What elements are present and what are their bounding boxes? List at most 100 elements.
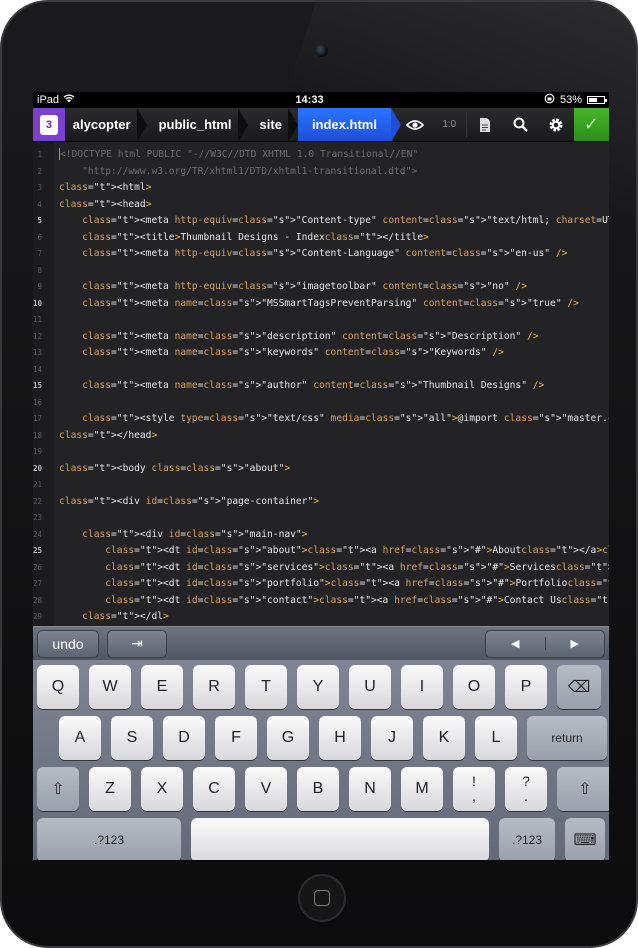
code-line[interactable]: class="t"><div id=class="s">"main-nav"> <box>59 527 609 544</box>
key-question-period[interactable]: ?. <box>505 767 547 811</box>
code-line[interactable]: class="t"><dt id=class="s">"contact">cla… <box>59 593 609 610</box>
shift-key-left[interactable]: ⇧ <box>37 767 79 811</box>
code-line[interactable]: class="t"><meta name=class="s">"author" … <box>59 378 609 395</box>
line-number: 1 <box>37 150 43 159</box>
gear-icon <box>549 118 563 131</box>
key-l[interactable]: L <box>475 716 517 760</box>
code-line[interactable]: class="t"><dt id=class="s">"about">class… <box>59 543 609 560</box>
key-b[interactable]: B <box>297 767 339 811</box>
breadcrumb-item-public-html[interactable]: public_html <box>145 108 248 142</box>
code-line[interactable] <box>59 477 609 494</box>
code-line[interactable]: class="t"><body class=class="s">"about"> <box>59 461 609 478</box>
key-j[interactable]: J <box>371 716 413 760</box>
key-v[interactable]: V <box>245 767 287 811</box>
numbers-key[interactable]: .?123 <box>37 818 181 860</box>
dismiss-keyboard-key[interactable]: ⌨ <box>565 818 605 860</box>
eye-icon <box>405 119 424 130</box>
code-line[interactable]: class="t"><dt id=class="s">"portfolio">c… <box>59 576 609 593</box>
battery-icon <box>586 96 607 104</box>
breadcrumb-item-active-file[interactable]: index.html <box>297 108 401 142</box>
code-line[interactable] <box>59 263 609 280</box>
cursor-right-button[interactable]: ▶ <box>544 637 605 650</box>
rotation-lock-icon <box>544 93 555 107</box>
code-line[interactable] <box>59 444 609 461</box>
backspace-key[interactable]: ⌫ <box>557 665 601 709</box>
undo-button[interactable]: undo <box>37 629 99 658</box>
key-f[interactable]: F <box>215 716 257 760</box>
code-line[interactable]: class="t"><meta http-equiv=class="s">"im… <box>59 279 609 296</box>
home-button[interactable] <box>298 874 346 922</box>
save-button[interactable]: ✓ <box>573 108 609 141</box>
code-line[interactable]: class="t"><div id=class="s">"page-contai… <box>59 494 609 511</box>
code-line[interactable]: class="t"></dl> <box>59 609 609 626</box>
code-line[interactable] <box>59 362 609 379</box>
home-square-icon <box>314 890 330 906</box>
key-h[interactable]: H <box>319 716 361 760</box>
key-w[interactable]: W <box>89 665 131 709</box>
key-y[interactable]: Y <box>297 665 339 709</box>
code-line[interactable]: class="t"><style type=class="s">"text/cs… <box>59 411 609 428</box>
settings-button[interactable] <box>538 108 574 141</box>
code-line[interactable]: class="t"><meta http-equiv=class="s">"Co… <box>59 246 609 263</box>
search-button[interactable] <box>503 108 539 141</box>
code-area[interactable]: <!DOCTYPE html PUBLIC "-//W3C//DTD XHTML… <box>54 142 609 626</box>
key-x[interactable]: X <box>141 767 183 811</box>
code-line[interactable]: class="t"><title>Thumbnail Designs - Ind… <box>59 230 609 247</box>
key-e[interactable]: E <box>141 665 183 709</box>
code-line[interactable]: class="t"><meta http-equiv=class="s">"Co… <box>59 213 609 230</box>
project-badge-button[interactable]: 3 <box>33 108 65 141</box>
code-line[interactable] <box>59 395 609 412</box>
key-a[interactable]: A <box>59 716 101 760</box>
breadcrumb-item-site[interactable]: site <box>246 108 299 142</box>
key-m[interactable]: M <box>401 767 443 811</box>
key-s[interactable]: S <box>111 716 153 760</box>
breadcrumb-item-project[interactable]: alycopter <box>65 108 147 142</box>
line-number: 6 <box>37 232 43 242</box>
tab-key-button[interactable]: ⇥ <box>107 629 167 658</box>
code-line[interactable]: class="t"><dt id=class="s">"services">cl… <box>59 560 609 577</box>
key-q[interactable]: Q <box>37 665 79 709</box>
key-i[interactable]: I <box>401 665 443 709</box>
code-line[interactable]: class="t"><head> <box>59 197 609 214</box>
code-line[interactable]: <!DOCTYPE html PUBLIC "-//W3C//DTD XHTML… <box>59 147 609 164</box>
key-c[interactable]: C <box>193 767 235 811</box>
key-g[interactable]: G <box>267 716 309 760</box>
code-line[interactable]: class="t"></head> <box>59 428 609 445</box>
key-t[interactable]: T <box>245 665 287 709</box>
key-p[interactable]: P <box>505 665 547 709</box>
line-number: 14 <box>33 364 43 374</box>
return-key[interactable]: return <box>527 716 607 760</box>
preview-button[interactable] <box>397 108 433 141</box>
line-number: 24 <box>33 529 43 539</box>
line-number: 10 <box>33 298 43 308</box>
battery-percent: 53% <box>559 94 582 106</box>
code-line[interactable]: class="t"><meta name=class="s">"descript… <box>59 329 609 346</box>
code-line[interactable]: class="t"><meta name=class="s">"MSSmartT… <box>59 296 609 313</box>
code-line[interactable] <box>59 510 609 527</box>
line-number: 5 <box>37 216 43 225</box>
file-info-button[interactable] <box>467 108 503 141</box>
shift-key-right[interactable]: ⇧ <box>557 767 609 811</box>
space-key[interactable] <box>191 818 489 860</box>
code-line[interactable]: "http://www.w3.org/TR/xhtml1/DTD/xhtml1-… <box>59 164 609 181</box>
key-r[interactable]: R <box>193 665 235 709</box>
key-z[interactable]: Z <box>89 767 131 811</box>
status-bar: iPad 14:33 53% <box>33 92 609 108</box>
key-k[interactable]: K <box>423 716 465 760</box>
line-number-gutter: 1 2 3 4 5 6 7 8 9 10 11 12 13 14 15 16 17 18 19 20 21 22 23 24 2… <box>33 142 55 626</box>
keyboard-row-3: ⇧ Z X C V B N M!,?. ⇧ <box>37 767 609 811</box>
key-n[interactable]: N <box>349 767 391 811</box>
project-count-badge: 3 <box>39 114 58 135</box>
code-line[interactable]: class="t"><meta name=class="s">"keywords… <box>59 345 609 362</box>
cursor-left-button[interactable]: ◀ <box>486 637 545 650</box>
code-editor[interactable]: 1 2 3 4 5 6 7 8 9 10 11 12 13 14 15 16 17 18 19 20 21 22 23 24 2… <box>33 142 609 626</box>
key-exclamation-comma[interactable]: !, <box>453 767 495 811</box>
key-d[interactable]: D <box>163 716 205 760</box>
code-line[interactable] <box>59 312 609 329</box>
ipad-frame: iPad 14:33 53% 3 alycopter public_html s… <box>0 0 638 948</box>
key-o[interactable]: O <box>453 665 495 709</box>
numbers-key-right[interactable]: .?123 <box>499 818 555 860</box>
key-u[interactable]: U <box>349 665 391 709</box>
editor-toolbar: 3 alycopter public_html site index.html … <box>33 108 609 142</box>
code-line[interactable]: class="t"><html> <box>59 180 609 197</box>
